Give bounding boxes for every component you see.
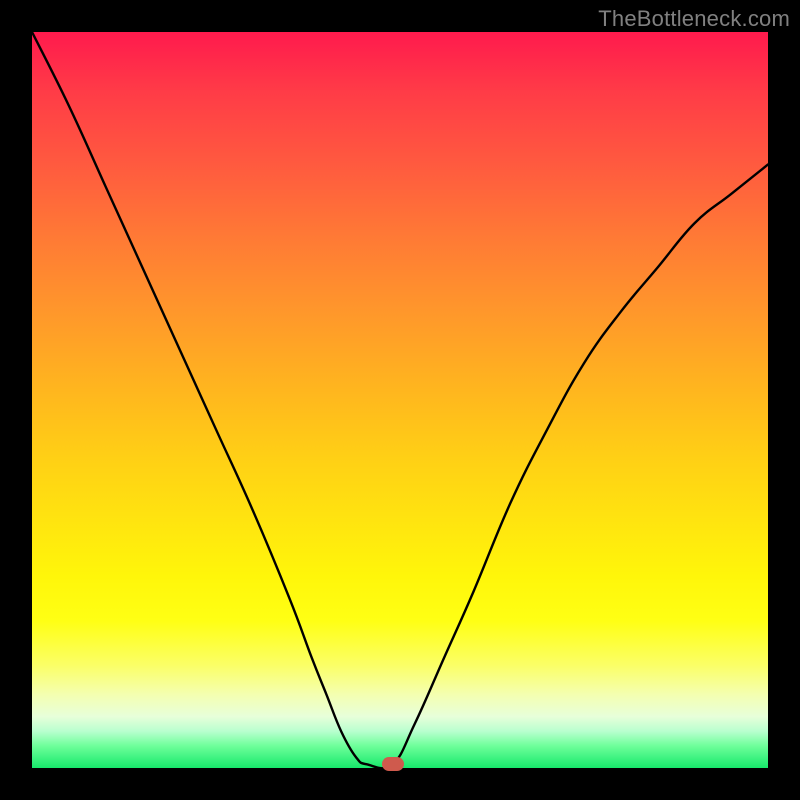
bottleneck-curve	[32, 32, 768, 768]
watermark-text: TheBottleneck.com	[598, 6, 790, 32]
chart-frame: TheBottleneck.com	[0, 0, 800, 800]
bottleneck-marker	[382, 757, 404, 771]
plot-area	[32, 32, 768, 768]
curve-svg	[32, 32, 768, 768]
